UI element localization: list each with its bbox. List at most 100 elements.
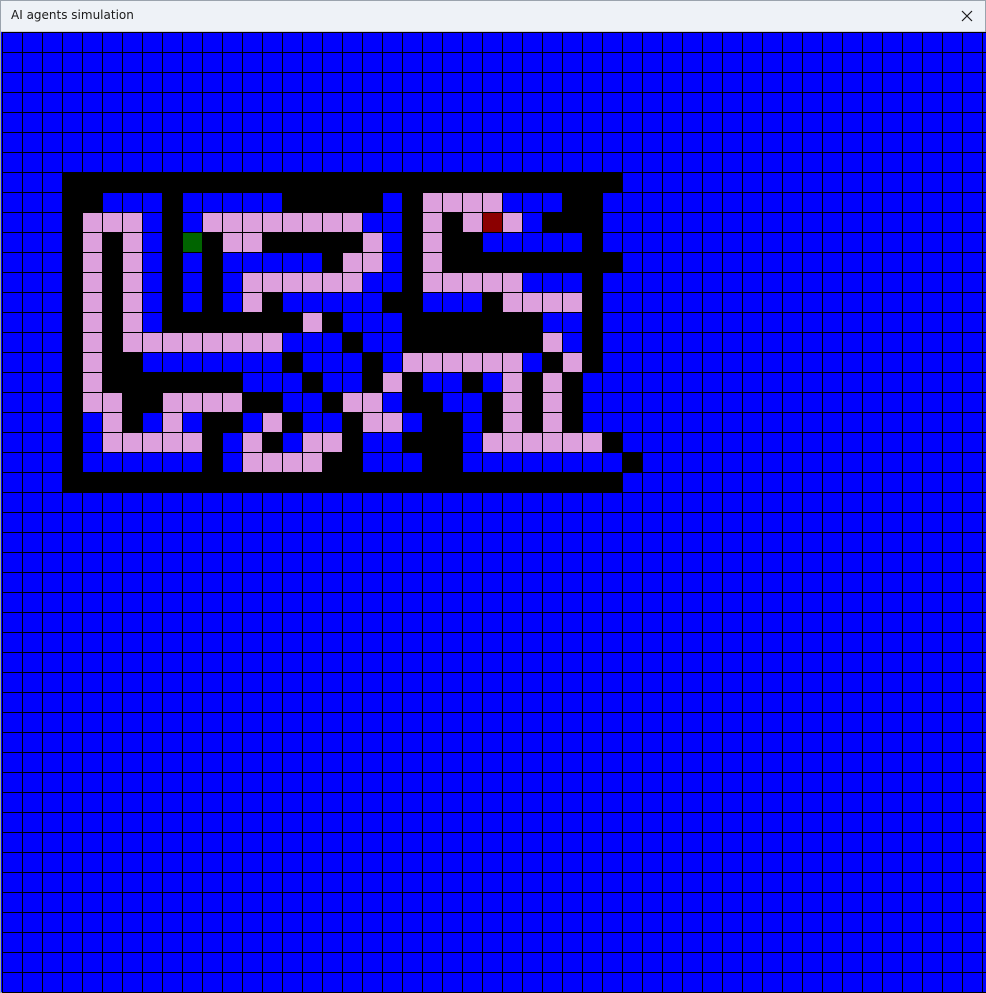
wall-cell	[282, 312, 302, 332]
path-cell	[362, 412, 382, 432]
start-cell	[182, 232, 202, 252]
wall-cell	[122, 412, 142, 432]
wall-cell	[382, 172, 402, 192]
wall-cell	[122, 372, 142, 392]
path-cell	[242, 272, 262, 292]
wall-cell	[182, 472, 202, 492]
wall-cell	[602, 172, 622, 192]
wall-cell	[222, 472, 242, 492]
simulation-canvas[interactable]	[2, 32, 986, 993]
wall-cell	[422, 332, 442, 352]
title-bar[interactable]: AI agents simulation	[1, 1, 985, 32]
wall-cell	[322, 172, 342, 192]
path-cell	[562, 432, 582, 452]
wall-cell	[402, 172, 422, 192]
wall-cell	[542, 212, 562, 232]
wall-cell	[362, 472, 382, 492]
wall-cell	[62, 412, 82, 432]
wall-cell	[602, 472, 622, 492]
path-cell	[162, 412, 182, 432]
wall-cell	[462, 232, 482, 252]
wall-cell	[482, 292, 502, 312]
path-cell	[82, 252, 102, 272]
maze-grid[interactable]	[2, 32, 986, 993]
wall-cell	[302, 472, 322, 492]
wall-cell	[442, 332, 462, 352]
wall-cell	[462, 312, 482, 332]
wall-cell	[162, 312, 182, 332]
wall-cell	[482, 332, 502, 352]
wall-cell	[242, 472, 262, 492]
wall-cell	[482, 392, 502, 412]
wall-cell	[262, 392, 282, 412]
wall-cell	[142, 372, 162, 392]
app-window: AI agents simulation	[0, 0, 986, 993]
path-cell	[302, 212, 322, 232]
wall-cell	[102, 252, 122, 272]
path-cell	[502, 432, 522, 452]
wall-cell	[522, 392, 542, 412]
wall-cell	[142, 172, 162, 192]
wall-cell	[62, 372, 82, 392]
wall-cell	[462, 172, 482, 192]
path-cell	[322, 212, 342, 232]
wall-cell	[422, 412, 442, 432]
wall-cell	[122, 172, 142, 192]
path-cell	[442, 272, 462, 292]
wall-cell	[102, 272, 122, 292]
close-button[interactable]	[949, 1, 985, 31]
path-cell	[342, 272, 362, 292]
path-cell	[82, 312, 102, 332]
wall-cell	[582, 352, 602, 372]
wall-cell	[162, 292, 182, 312]
wall-cell	[422, 392, 442, 412]
wall-cell	[322, 472, 342, 492]
wall-cell	[562, 372, 582, 392]
path-cell	[222, 392, 242, 412]
path-cell	[162, 392, 182, 412]
wall-cell	[202, 272, 222, 292]
path-cell	[502, 352, 522, 372]
path-cell	[142, 432, 162, 452]
wall-cell	[242, 172, 262, 192]
wall-cell	[442, 252, 462, 272]
wall-cell	[262, 432, 282, 452]
path-cell	[82, 212, 102, 232]
wall-cell	[102, 352, 122, 372]
path-cell	[122, 252, 142, 272]
path-cell	[462, 212, 482, 232]
wall-cell	[402, 192, 422, 212]
wall-cell	[522, 472, 542, 492]
wall-cell	[162, 232, 182, 252]
path-cell	[222, 232, 242, 252]
path-cell	[462, 192, 482, 212]
wall-cell	[422, 312, 442, 332]
path-cell	[282, 212, 302, 232]
path-cell	[362, 252, 382, 272]
wall-cell	[422, 472, 442, 492]
wall-cell	[562, 472, 582, 492]
wall-cell	[282, 192, 302, 212]
wall-cell	[202, 172, 222, 192]
path-cell	[362, 232, 382, 252]
wall-cell	[62, 192, 82, 212]
path-cell	[422, 212, 442, 232]
wall-cell	[162, 252, 182, 272]
wall-cell	[62, 272, 82, 292]
path-cell	[442, 192, 462, 212]
path-cell	[262, 272, 282, 292]
path-cell	[182, 392, 202, 412]
path-cell	[162, 432, 182, 452]
wall-cell	[442, 232, 462, 252]
path-cell	[302, 452, 322, 472]
wall-cell	[322, 452, 342, 472]
wall-cell	[582, 232, 602, 252]
wall-cell	[202, 472, 222, 492]
path-cell	[482, 352, 502, 372]
wall-cell	[102, 292, 122, 312]
wall-cell	[122, 352, 142, 372]
wall-cell	[62, 332, 82, 352]
wall-cell	[542, 172, 562, 192]
path-cell	[422, 252, 442, 272]
path-cell	[282, 272, 302, 292]
